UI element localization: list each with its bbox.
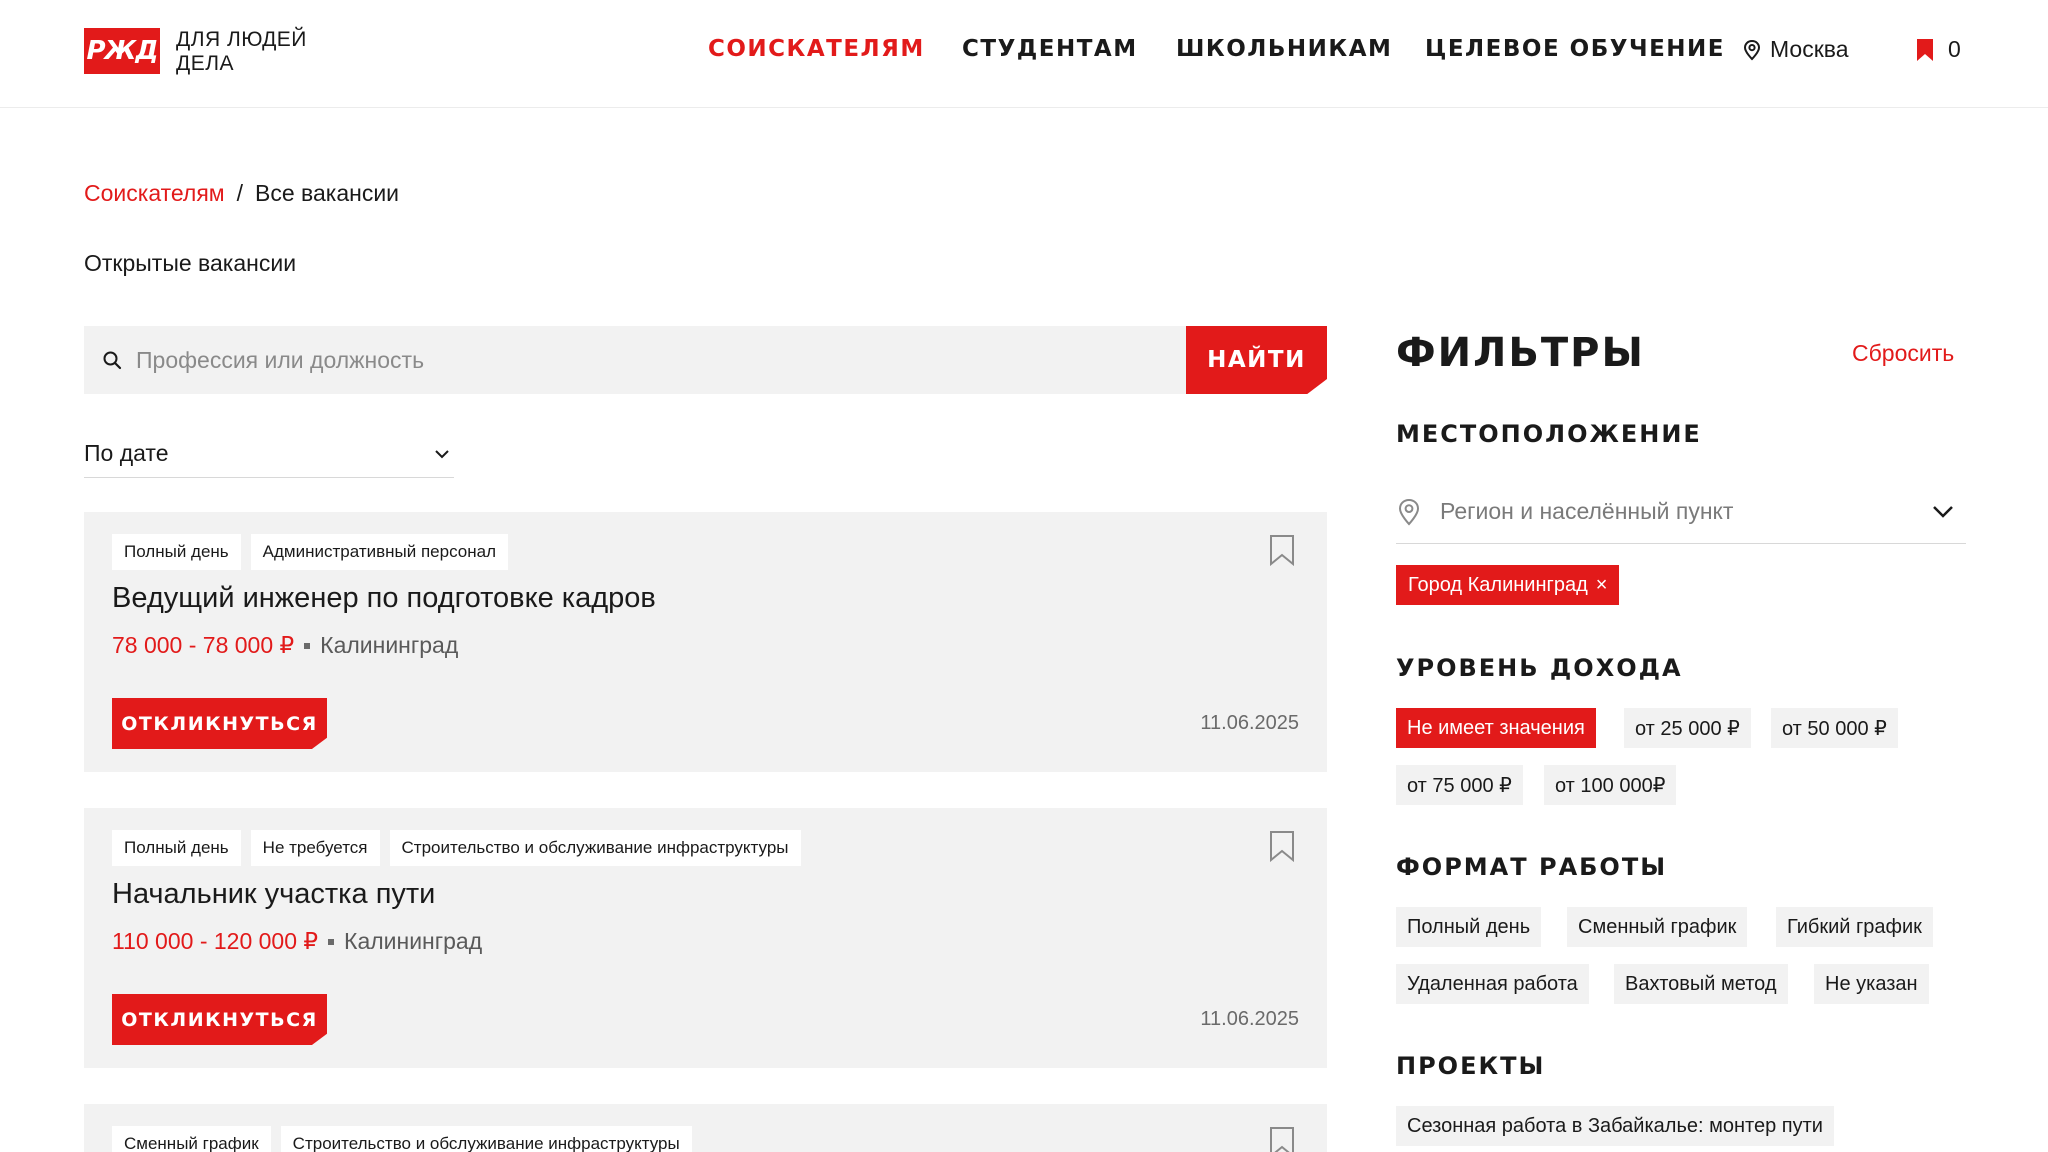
project-option-seasonal[interactable]: Сезонная работа в Забайкалье: монтер пут… bbox=[1396, 1106, 1834, 1146]
format-option-full-day[interactable]: Полный день bbox=[1396, 907, 1542, 947]
chevron-down-icon bbox=[1933, 505, 1953, 518]
projects-section-title: ПРОЕКТЫ bbox=[1396, 1052, 1546, 1080]
income-option-any[interactable]: Не имеет значения bbox=[1396, 708, 1596, 748]
nav-job-seekers[interactable]: СОИСКАТЕЛЯМ bbox=[708, 36, 925, 62]
bookmark-filled-icon bbox=[1917, 38, 1933, 61]
breadcrumb: Соискателям / Все вакансии bbox=[84, 180, 399, 207]
region-placeholder: Регион и населённый пункт bbox=[1440, 498, 1734, 524]
vacancy-salary: 78 000 - 78 000 ₽ bbox=[112, 632, 295, 658]
location-pin-icon bbox=[1398, 498, 1420, 525]
region-select[interactable]: Регион и населённый пункт bbox=[1396, 480, 1966, 544]
vacancy-date: 11.06.2025 bbox=[1200, 712, 1299, 734]
vacancy-tag: Полный день bbox=[112, 830, 241, 866]
vacancy-date: 11.06.2025 bbox=[1200, 1008, 1299, 1030]
bookmark-icon[interactable] bbox=[1269, 830, 1295, 862]
vacancy-tags: Полный день Не требуется Строительство и… bbox=[112, 830, 801, 866]
slogan-line-1: ДЛЯ ЛЮДЕЙ bbox=[176, 28, 307, 51]
breadcrumb-separator: / bbox=[236, 180, 243, 206]
slogan-line-2: ДЕЛА bbox=[176, 52, 235, 75]
city-selector[interactable]: Москва bbox=[1742, 36, 1849, 63]
income-option-100000[interactable]: от 100 000₽ bbox=[1544, 765, 1677, 805]
vacancy-meta: 78 000 - 78 000 ₽ Калининград bbox=[112, 632, 458, 659]
selected-location-chip[interactable]: Город Калининград × bbox=[1396, 565, 1620, 605]
income-option-75000[interactable]: от 75 000 ₽ bbox=[1396, 765, 1523, 805]
income-section-title: УРОВЕНЬ ДОХОДА bbox=[1396, 654, 1683, 682]
bookmark-icon[interactable] bbox=[1269, 1126, 1295, 1152]
vacancy-tag: Не требуется bbox=[250, 830, 380, 866]
vacancy-card[interactable]: Сменный график Строительство и обслужива… bbox=[84, 1104, 1327, 1152]
filters-title: ФИЛЬТРЫ bbox=[1396, 330, 1645, 376]
vacancy-tag: Строительство и обслуживание инфраструкт… bbox=[389, 830, 801, 866]
nav-targeted-training[interactable]: ЦЕЛЕВОЕ ОБУЧЕНИЕ bbox=[1425, 36, 1725, 62]
vacancy-title[interactable]: Начальник участка пути bbox=[112, 878, 435, 911]
chevron-down-icon bbox=[435, 449, 449, 458]
vacancy-title[interactable]: Ведущий инженер по подготовке кадров bbox=[112, 582, 656, 615]
favorites-link[interactable]: 0 bbox=[1916, 36, 1961, 63]
vacancy-tag: Административный персонал bbox=[250, 534, 508, 570]
nav-students[interactable]: СТУДЕНТАМ bbox=[962, 36, 1138, 62]
breadcrumb-parent[interactable]: Соискателям bbox=[84, 180, 225, 207]
sort-selected: По дате bbox=[84, 440, 169, 466]
breadcrumb-current: Все вакансии bbox=[255, 180, 400, 206]
format-option-remote[interactable]: Удаленная работа bbox=[1396, 964, 1589, 1004]
selected-location-label: Город Калининград bbox=[1408, 573, 1588, 596]
format-option-flexible[interactable]: Гибкий график bbox=[1776, 907, 1933, 947]
meta-separator-dot bbox=[328, 938, 335, 945]
search-bar bbox=[84, 326, 1186, 394]
search-button[interactable]: НАЙТИ bbox=[1186, 326, 1327, 394]
vacancy-location: Калининград bbox=[344, 928, 483, 954]
vacancy-tag: Строительство и обслуживание инфраструкт… bbox=[280, 1126, 692, 1152]
page-subtitle: Открытые вакансии bbox=[84, 250, 297, 276]
meta-separator-dot bbox=[304, 642, 311, 649]
site-header: РЖД ДЛЯ ЛЮДЕЙ ДЕЛА СОИСКАТЕЛЯМ СТУДЕНТАМ… bbox=[0, 0, 2048, 108]
logo-text: РЖД bbox=[86, 36, 158, 66]
apply-button[interactable]: ОТКЛИКНУТЬСЯ bbox=[112, 698, 327, 749]
slogan: ДЛЯ ЛЮДЕЙ ДЕЛА bbox=[176, 28, 307, 76]
search-icon bbox=[103, 351, 122, 370]
vacancy-tag: Сменный график bbox=[112, 1126, 271, 1152]
search-input[interactable] bbox=[136, 346, 1036, 374]
format-option-shift[interactable]: Сменный график bbox=[1567, 907, 1748, 947]
close-icon[interactable]: × bbox=[1596, 574, 1608, 597]
format-option-rotation[interactable]: Вахтовый метод bbox=[1614, 964, 1788, 1004]
vacancy-card[interactable]: Полный день Не требуется Строительство и… bbox=[84, 808, 1327, 1068]
sort-dropdown[interactable]: По дате bbox=[84, 430, 454, 478]
favorites-count: 0 bbox=[1948, 36, 1961, 62]
vacancy-meta: 110 000 - 120 000 ₽ Калининград bbox=[112, 928, 482, 955]
apply-button[interactable]: ОТКЛИКНУТЬСЯ bbox=[112, 994, 327, 1045]
vacancy-tags: Полный день Административный персонал bbox=[112, 534, 508, 570]
location-pin-icon bbox=[1743, 39, 1761, 60]
vacancy-tag: Полный день bbox=[112, 534, 241, 570]
nav-schoolchildren[interactable]: ШКОЛЬНИКАМ bbox=[1176, 36, 1392, 62]
city-name: Москва bbox=[1770, 36, 1849, 62]
vacancy-card[interactable]: Полный день Административный персонал Ве… bbox=[84, 512, 1327, 772]
work-format-section-title: ФОРМАТ РАБОТЫ bbox=[1396, 853, 1668, 881]
vacancy-salary: 110 000 - 120 000 ₽ bbox=[112, 928, 319, 954]
income-option-25000[interactable]: от 25 000 ₽ bbox=[1624, 708, 1751, 748]
location-section-title: МЕСТОПОЛОЖЕНИЕ bbox=[1396, 420, 1702, 448]
format-option-unspecified[interactable]: Не указан bbox=[1814, 964, 1929, 1004]
vacancy-location: Калининград bbox=[320, 632, 459, 658]
vacancy-tags: Сменный график Строительство и обслужива… bbox=[112, 1126, 692, 1152]
reset-filters-link[interactable]: Сбросить bbox=[1852, 340, 1954, 367]
income-option-50000[interactable]: от 50 000 ₽ bbox=[1771, 708, 1898, 748]
rzd-logo[interactable]: РЖД bbox=[84, 28, 160, 74]
bookmark-icon[interactable] bbox=[1269, 534, 1295, 566]
